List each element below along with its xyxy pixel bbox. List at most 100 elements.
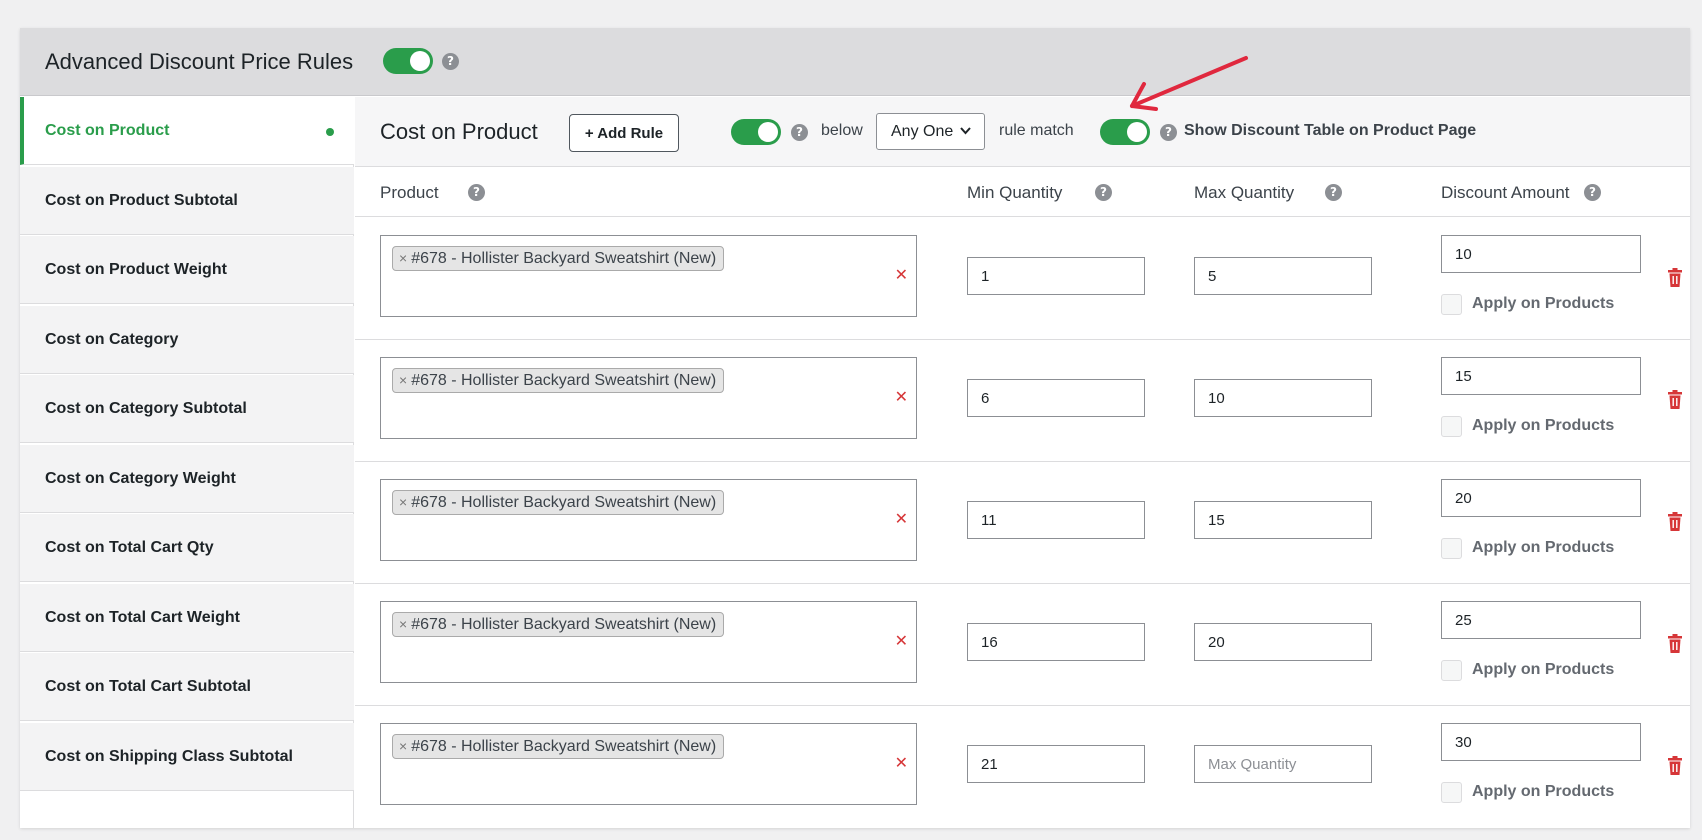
apply-on-products-label: Apply on Products xyxy=(1472,295,1615,312)
sidebar-item-label: Cost on Category xyxy=(45,331,179,348)
enable-rules-toggle[interactable] xyxy=(383,48,433,74)
help-icon[interactable]: ? xyxy=(468,184,485,201)
clear-icon[interactable]: ✕ xyxy=(895,753,908,773)
add-rule-button[interactable]: + Add Rule xyxy=(569,114,679,152)
product-tag-label: #678 - Hollister Backyard Sweatshirt (Ne… xyxy=(411,372,717,389)
product-tag: × #678 - Hollister Backyard Sweatshirt (N… xyxy=(392,246,725,271)
apply-on-products-checkbox[interactable] xyxy=(1441,538,1462,559)
product-tag: × #678 - Hollister Backyard Sweatshirt (N… xyxy=(392,612,725,637)
discount-amount-input[interactable] xyxy=(1441,723,1641,761)
sidebar-item-cost-on-category-subtotal[interactable]: Cost on Category Subtotal xyxy=(20,375,354,443)
max-quantity-input[interactable] xyxy=(1194,623,1372,661)
trash-icon[interactable] xyxy=(1667,756,1683,776)
below-label: below xyxy=(821,122,863,139)
discount-amount-input[interactable] xyxy=(1441,479,1641,517)
remove-tag-icon[interactable]: × xyxy=(399,250,407,266)
product-select[interactable]: × #678 - Hollister Backyard Sweatshirt (N… xyxy=(380,601,917,683)
discount-amount-input[interactable] xyxy=(1441,601,1641,639)
max-quantity-input[interactable] xyxy=(1194,379,1372,417)
remove-tag-icon[interactable]: × xyxy=(399,372,407,388)
help-icon[interactable]: ? xyxy=(1095,184,1112,201)
discount-amount-input[interactable] xyxy=(1441,235,1641,273)
sidebar-item-cost-on-shipping-class-subtotal[interactable]: Cost on Shipping Class Subtotal xyxy=(20,723,354,791)
min-quantity-input[interactable] xyxy=(967,379,1145,417)
sidebar-item-cost-on-product-weight[interactable]: Cost on Product Weight xyxy=(20,236,354,304)
rule-match-toggle[interactable] xyxy=(731,119,781,145)
sidebar-item-label: Cost on Total Cart Subtotal xyxy=(45,678,251,695)
discount-rules-panel: Advanced Discount Price Rules ? Cost on … xyxy=(20,28,1690,828)
table-row: × #678 - Hollister Backyard Sweatshirt (N… xyxy=(355,218,1690,340)
remove-tag-icon[interactable]: × xyxy=(399,494,407,510)
apply-on-products-checkbox[interactable] xyxy=(1441,660,1462,681)
column-product: Product xyxy=(380,183,439,202)
apply-on-products-checkbox[interactable] xyxy=(1441,416,1462,437)
max-quantity-input[interactable] xyxy=(1194,257,1372,295)
sidebar-item-cost-on-category[interactable]: Cost on Category xyxy=(20,306,354,374)
product-tag-label: #678 - Hollister Backyard Sweatshirt (Ne… xyxy=(411,738,717,755)
clear-icon[interactable]: ✕ xyxy=(895,387,908,407)
help-icon[interactable]: ? xyxy=(1160,124,1177,141)
chevron-down-icon xyxy=(959,124,972,140)
sidebar-item-label: Cost on Shipping Class Subtotal xyxy=(45,748,293,765)
table-row: × #678 - Hollister Backyard Sweatshirt (N… xyxy=(355,584,1690,706)
help-icon[interactable]: ? xyxy=(1325,184,1342,201)
product-select[interactable]: × #678 - Hollister Backyard Sweatshirt (N… xyxy=(380,235,917,317)
min-quantity-input[interactable] xyxy=(967,257,1145,295)
show-discount-table-toggle[interactable] xyxy=(1100,119,1150,145)
product-tag: × #678 - Hollister Backyard Sweatshirt (N… xyxy=(392,490,725,515)
apply-on-products-checkbox[interactable] xyxy=(1441,782,1462,803)
table-row: × #678 - Hollister Backyard Sweatshirt (N… xyxy=(355,340,1690,462)
trash-icon[interactable] xyxy=(1667,512,1683,532)
page-title: Advanced Discount Price Rules xyxy=(45,49,354,74)
product-tag-label: #678 - Hollister Backyard Sweatshirt (Ne… xyxy=(411,250,717,267)
product-tag: × #678 - Hollister Backyard Sweatshirt (N… xyxy=(392,734,725,759)
sidebar-item-label: Cost on Total Cart Weight xyxy=(45,609,240,626)
min-quantity-input[interactable] xyxy=(967,501,1145,539)
help-icon[interactable]: ? xyxy=(1584,184,1601,201)
match-mode-select[interactable]: Any One xyxy=(876,113,985,150)
sidebar-item-cost-on-product[interactable]: Cost on Product xyxy=(20,97,354,165)
trash-icon[interactable] xyxy=(1667,634,1683,654)
min-quantity-input[interactable] xyxy=(967,745,1145,783)
remove-tag-icon[interactable]: × xyxy=(399,616,407,632)
product-tag-label: #678 - Hollister Backyard Sweatshirt (Ne… xyxy=(411,616,717,633)
sidebar-item-cost-on-total-cart-qty[interactable]: Cost on Total Cart Qty xyxy=(20,514,354,582)
column-discount-amount: Discount Amount xyxy=(1441,183,1570,202)
product-select[interactable]: × #678 - Hollister Backyard Sweatshirt (N… xyxy=(380,357,917,439)
panel-header: Advanced Discount Price Rules ? xyxy=(20,28,1690,96)
sidebar-item-cost-on-total-cart-subtotal[interactable]: Cost on Total Cart Subtotal xyxy=(20,653,354,721)
apply-on-products-label: Apply on Products xyxy=(1472,539,1615,556)
clear-icon[interactable]: ✕ xyxy=(895,265,908,285)
help-icon[interactable]: ? xyxy=(442,53,459,70)
table-row: × #678 - Hollister Backyard Sweatshirt (N… xyxy=(355,706,1690,828)
sidebar-item-label: Cost on Product Subtotal xyxy=(45,192,238,209)
sidebar-item-label: Cost on Category Weight xyxy=(45,470,236,487)
sidebar-item-cost-on-product-subtotal[interactable]: Cost on Product Subtotal xyxy=(20,167,354,235)
product-select[interactable]: × #678 - Hollister Backyard Sweatshirt (N… xyxy=(380,479,917,561)
rule-match-label: rule match xyxy=(999,122,1074,139)
trash-icon[interactable] xyxy=(1667,268,1683,288)
column-max-quantity: Max Quantity xyxy=(1194,183,1295,202)
apply-on-products-label: Apply on Products xyxy=(1472,417,1615,434)
max-quantity-input[interactable] xyxy=(1194,745,1372,783)
product-select[interactable]: × #678 - Hollister Backyard Sweatshirt (N… xyxy=(380,723,917,805)
trash-icon[interactable] xyxy=(1667,390,1683,410)
section-title: Cost on Product xyxy=(380,119,538,144)
help-icon[interactable]: ? xyxy=(791,124,808,141)
clear-icon[interactable]: ✕ xyxy=(895,509,908,529)
sidebar-item-label: Cost on Product Weight xyxy=(45,261,227,278)
clear-icon[interactable]: ✕ xyxy=(895,631,908,651)
min-quantity-input[interactable] xyxy=(967,623,1145,661)
max-quantity-input[interactable] xyxy=(1194,501,1372,539)
remove-tag-icon[interactable]: × xyxy=(399,738,407,754)
sidebar-item-label: Cost on Product xyxy=(45,122,170,139)
product-tag: × #678 - Hollister Backyard Sweatshirt (N… xyxy=(392,368,725,393)
discount-amount-input[interactable] xyxy=(1441,357,1641,395)
apply-on-products-label: Apply on Products xyxy=(1472,783,1615,800)
sidebar-item-cost-on-category-weight[interactable]: Cost on Category Weight xyxy=(20,445,354,513)
sidebar-item-cost-on-total-cart-weight[interactable]: Cost on Total Cart Weight xyxy=(20,584,354,652)
rules-content: Cost on Product + Add Rule ? below Any O… xyxy=(355,97,1690,828)
apply-on-products-checkbox[interactable] xyxy=(1441,294,1462,315)
table-row: × #678 - Hollister Backyard Sweatshirt (N… xyxy=(355,462,1690,584)
column-min-quantity: Min Quantity xyxy=(967,183,1063,202)
